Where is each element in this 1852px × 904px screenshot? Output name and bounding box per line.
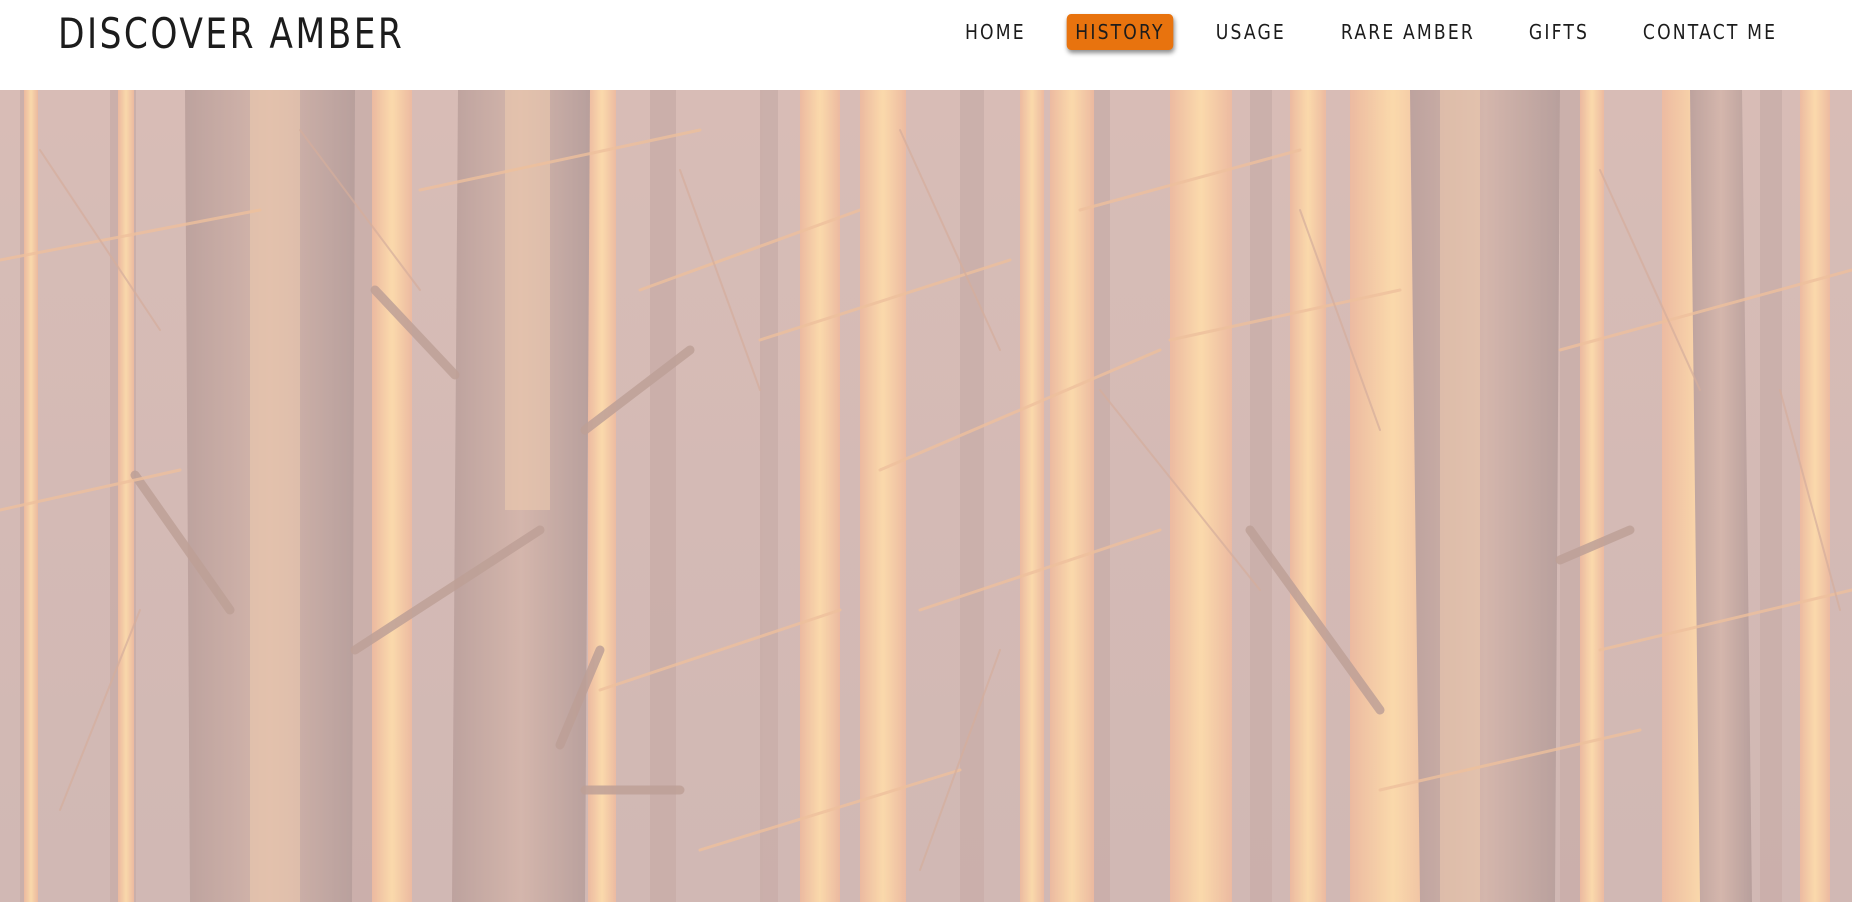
nav-item-rare-amber[interactable]: RARE AMBER bbox=[1332, 14, 1483, 50]
nav-item-history[interactable]: HISTORY bbox=[1067, 14, 1174, 50]
nav-item-usage[interactable]: USAGE bbox=[1208, 14, 1295, 50]
pine-forest-image bbox=[0, 90, 1852, 902]
page: DISCOVER AMBER HOME HISTORY USAGE RARE A… bbox=[0, 0, 1852, 904]
nav-item-home[interactable]: HOME bbox=[956, 14, 1034, 50]
nav-item-contact-me[interactable]: CONTACT ME bbox=[1634, 14, 1785, 50]
site-title[interactable]: DISCOVER AMBER bbox=[58, 9, 404, 58]
site-header: DISCOVER AMBER HOME HISTORY USAGE RARE A… bbox=[0, 0, 1852, 90]
hero-image bbox=[0, 90, 1852, 902]
nav-item-gifts[interactable]: GIFTS bbox=[1520, 14, 1597, 50]
main-nav: HOME HISTORY USAGE RARE AMBER GIFTS CONT… bbox=[950, 14, 1798, 50]
